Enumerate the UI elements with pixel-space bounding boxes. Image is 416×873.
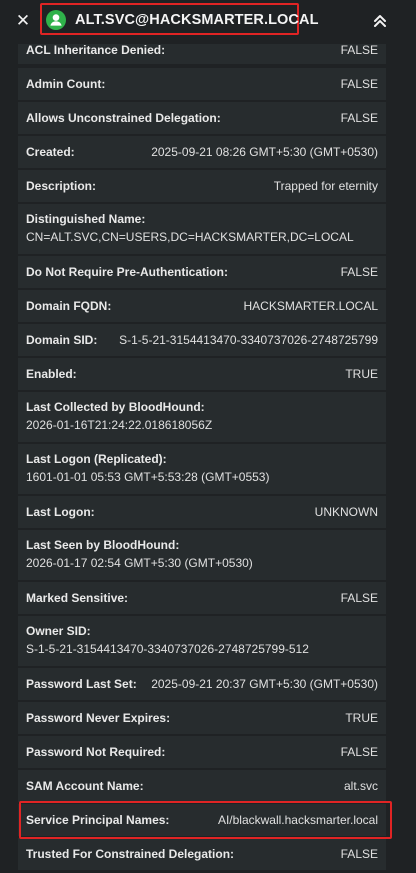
property-value: S-1-5-21-3154413470-3340737026-274872579…: [119, 333, 378, 347]
property-value: FALSE: [340, 77, 378, 91]
property-value: 1601-01-01 05:53 GMT+5:53:28 (GMT+0553): [26, 470, 270, 484]
property-label: Trusted For Constrained Delegation:: [26, 847, 235, 861]
property-label: Distinguished Name:: [26, 212, 146, 226]
property-label: Last Collected by BloodHound:: [26, 400, 205, 414]
property-label: Owner SID:: [26, 624, 91, 638]
property-label: Do Not Require Pre-Authentication:: [26, 265, 229, 279]
property-row-password-last-set: Password Last Set: 2025-09-21 20:37 GMT+…: [18, 668, 386, 700]
property-row-password-never-expires: Password Never Expires: TRUE: [18, 702, 386, 734]
chevrons-up-icon[interactable]: [370, 11, 390, 31]
property-row-created: Created: 2025-09-21 08:26 GMT+5:30 (GMT+…: [18, 136, 386, 168]
user-icon: [46, 10, 66, 30]
property-label: Description:: [26, 179, 97, 193]
property-label: Last Logon (Replicated):: [26, 452, 167, 466]
property-value: FALSE: [340, 591, 378, 605]
property-row-last-logon: Last Logon: UNKNOWN: [18, 496, 386, 528]
property-row-enabled: Enabled: TRUE: [18, 358, 386, 390]
property-value: UNKNOWN: [314, 505, 378, 519]
node-properties-panel: ACL Inheritance Denied: FALSE Admin Coun…: [0, 0, 416, 873]
property-value: 2026-01-16T21:24:22.018618056Z: [26, 418, 213, 432]
property-value: 2026-01-17 02:54 GMT+5:30 (GMT+0530): [26, 556, 253, 570]
property-row-last-logon-replicated: Last Logon (Replicated): 1601-01-01 05:5…: [18, 444, 386, 494]
property-value: CN=ALT.SVC,CN=USERS,DC=HACKSMARTER,DC=LO…: [26, 230, 354, 244]
node-title: ALT.SVC@HACKSMARTER.LOCAL: [75, 12, 319, 28]
property-label: Marked Sensitive:: [26, 591, 129, 605]
property-row-domain-sid: Domain SID: S-1-5-21-3154413470-33407370…: [18, 324, 386, 356]
property-value: TRUE: [345, 711, 378, 725]
property-value: FALSE: [340, 111, 378, 125]
property-value: AI/blackwall.hacksmarter.local: [217, 813, 378, 827]
property-label: Last Seen by BloodHound:: [26, 538, 180, 552]
property-value: TRUE: [345, 367, 378, 381]
property-label: Password Never Expires:: [26, 711, 171, 725]
property-label: Allows Unconstrained Delegation:: [26, 111, 221, 125]
property-row-distinguished-name: Distinguished Name: CN=ALT.SVC,CN=USERS,…: [18, 204, 386, 254]
property-row-admin-count: Admin Count: FALSE: [18, 68, 386, 100]
property-value: 2025-09-21 20:37 GMT+5:30 (GMT+0530): [151, 677, 378, 691]
property-row-trusted-for-constrained-delegation: Trusted For Constrained Delegation: FALS…: [18, 838, 386, 870]
panel-header: ✕ ALT.SVC@HACKSMARTER.LOCAL: [0, 0, 416, 44]
close-icon[interactable]: ✕: [14, 11, 32, 31]
property-row-description: Description: Trapped for eternity: [18, 170, 386, 202]
property-value: S-1-5-21-3154413470-3340737026-274872579…: [26, 642, 309, 656]
property-label: Last Logon:: [26, 505, 95, 519]
property-value: alt.svc: [343, 779, 378, 793]
property-row-owner-sid: Owner SID: S-1-5-21-3154413470-334073702…: [18, 616, 386, 666]
property-label: Password Not Required:: [26, 745, 166, 759]
property-row-last-seen: Last Seen by BloodHound: 2026-01-17 02:5…: [18, 530, 386, 580]
property-row-password-not-required: Password Not Required: FALSE: [18, 736, 386, 768]
property-value: Trapped for eternity: [273, 179, 378, 193]
property-value: 2025-09-21 08:26 GMT+5:30 (GMT+0530): [151, 145, 378, 159]
property-row-sam-account-name: SAM Account Name: alt.svc: [18, 770, 386, 802]
property-label: Domain FQDN:: [26, 299, 112, 313]
property-row-do-not-require-preauth: Do Not Require Pre-Authentication: FALSE: [18, 256, 386, 288]
property-row-service-principal-names: Service Principal Names: AI/blackwall.ha…: [18, 804, 386, 836]
property-label: Domain SID:: [26, 333, 98, 347]
property-label: Service Principal Names:: [26, 813, 170, 827]
property-label: Created:: [26, 145, 75, 159]
property-row-marked-sensitive: Marked Sensitive: FALSE: [18, 582, 386, 614]
property-label: Enabled:: [26, 367, 77, 381]
property-value: FALSE: [340, 745, 378, 759]
property-row-domain-fqdn: Domain FQDN: HACKSMARTER.LOCAL: [18, 290, 386, 322]
property-value: HACKSMARTER.LOCAL: [243, 299, 378, 313]
property-row-allows-unconstrained-delegation: Allows Unconstrained Delegation: FALSE: [18, 102, 386, 134]
property-row-last-collected: Last Collected by BloodHound: 2026-01-16…: [18, 392, 386, 442]
property-label: Admin Count:: [26, 77, 106, 91]
property-label: Password Last Set:: [26, 677, 137, 691]
property-value: FALSE: [340, 265, 378, 279]
property-value: FALSE: [340, 847, 378, 861]
property-label: SAM Account Name:: [26, 779, 144, 793]
